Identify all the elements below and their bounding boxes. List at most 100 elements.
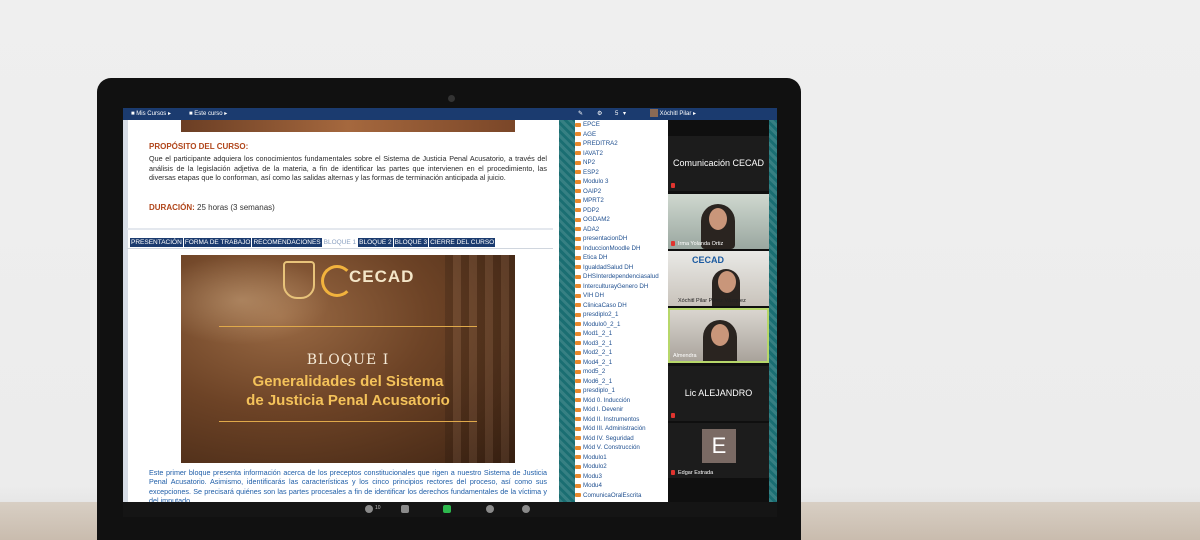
tab-bloque-3[interactable]: BLOQUE 3 — [393, 238, 429, 247]
tab-bloque-1[interactable]: BLOQUE 1 — [323, 238, 358, 247]
course-list-item[interactable]: Mód II. Instrumentos — [575, 415, 667, 425]
folder-icon — [575, 236, 581, 241]
tab-presentacion[interactable]: PRESENTACIÓN — [130, 238, 183, 247]
edit-icon[interactable]: ✎ — [578, 108, 583, 120]
reactions-icon[interactable] — [522, 505, 530, 513]
folder-icon — [575, 445, 581, 450]
course-list-item[interactable]: NP2 — [575, 158, 667, 168]
seal-icon — [283, 261, 315, 299]
course-list-item[interactable]: OAIP2 — [575, 187, 667, 197]
course-list-label: Mód IV. Seguridad — [583, 434, 634, 442]
decorative-column — [559, 120, 575, 502]
course-list-item[interactable]: Etica DH — [575, 253, 667, 263]
course-list-item[interactable]: Modulo1 — [575, 453, 667, 463]
course-list-label: NP2 — [583, 159, 596, 167]
tab-bloque-2[interactable]: BLOQUE 2 — [358, 238, 393, 247]
course-tabs: PRESENTACIÓN FORMA DE TRABAJO RECOMENDACIO… — [130, 238, 496, 247]
course-list-item[interactable]: Mód III. Administración — [575, 424, 667, 434]
mis-cursos-menu[interactable]: ■ Mis Cursos ▸ — [131, 108, 171, 120]
zoom-participants-panel: Comunicación CECAD Irma Yolanda Ortiz CE… — [668, 120, 769, 502]
bloque-title-line1: Generalidades del Sistema — [252, 373, 444, 390]
participant-video-tile-active[interactable]: Almendra — [668, 308, 769, 363]
tab-cierre[interactable]: CIERRE DEL CURSO — [429, 238, 496, 247]
folder-icon — [575, 198, 581, 203]
participant-video-tile[interactable]: Irma Yolanda Ortiz — [668, 194, 769, 249]
chat-icon[interactable] — [401, 505, 409, 513]
course-list-label: OAIP2 — [583, 187, 602, 195]
participant-tile[interactable]: Lic ALEJANDRO — [668, 366, 769, 421]
participant-name: Edgar Estrada — [678, 470, 714, 476]
folder-icon — [575, 426, 581, 431]
course-list-item[interactable]: Mod3_2_1 — [575, 339, 667, 349]
course-list-label: Modulo 3 — [583, 178, 609, 186]
proposito-text: Que el participante adquiera los conocim… — [149, 154, 547, 183]
tab-forma-de-trabajo[interactable]: FORMA DE TRABAJO — [183, 238, 252, 247]
course-list-item[interactable]: Mód V. Construcción — [575, 443, 667, 453]
participant-video-tile[interactable]: CECAD Xóchitl Pilar Pérez Vázquez — [668, 251, 769, 306]
course-list-item[interactable]: PDP2 — [575, 206, 667, 216]
este-curso-menu[interactable]: ■ Este curso ▸ — [189, 108, 227, 120]
course-list-item[interactable]: mod5_2 — [575, 367, 667, 377]
course-list-label: ESP2 — [583, 168, 599, 176]
course-list-item[interactable]: Mod2_2_1 — [575, 348, 667, 358]
participant-tile[interactable]: E Edgar Estrada — [668, 423, 769, 478]
duracion-value: 25 horas (3 semanas) — [194, 203, 275, 212]
user-menu[interactable]: Xóchitl Pilar ▸ — [650, 108, 696, 120]
course-list-item[interactable]: Modu3 — [575, 472, 667, 482]
course-list-item[interactable]: AGE — [575, 130, 667, 140]
course-list-item[interactable]: presdiplo_1 — [575, 386, 667, 396]
course-list-item[interactable]: IgualdadSalud DH — [575, 263, 667, 273]
course-list-item[interactable]: OGDAM2 — [575, 215, 667, 225]
course-list-item[interactable]: Modulo 3 — [575, 177, 667, 187]
course-list-item[interactable]: InduccionMoodle DH — [575, 244, 667, 254]
course-list-item[interactable]: Mód I. Devenir — [575, 405, 667, 415]
share-screen-icon[interactable] — [443, 505, 451, 513]
course-list-item[interactable]: Mod6_2_1 — [575, 377, 667, 387]
course-list-item[interactable]: DHSInterdependenciasalud — [575, 272, 667, 282]
course-list: EPCE AGE PREDITRA2 IAVAT2 NP2 ESP2 Modulo 3 OAI… — [575, 120, 667, 502]
course-list-item[interactable]: Mód 0. Inducción — [575, 396, 667, 406]
course-list-item[interactable]: ComunicaOralEscrita — [575, 491, 667, 501]
course-list-item[interactable]: Modulo2 — [575, 462, 667, 472]
bloque-image: CECAD BLOQUE I Generalidades del Sistema… — [181, 255, 515, 463]
settings-icon[interactable]: ⚙ — [597, 108, 602, 120]
bloque-label: BLOQUE I — [306, 352, 390, 368]
person-face — [709, 208, 727, 230]
course-list-item[interactable]: Modu4 — [575, 481, 667, 491]
section-divider — [127, 228, 553, 230]
folder-icon — [575, 417, 581, 422]
course-list-item[interactable]: EPCE — [575, 120, 667, 130]
proposito-heading: PROPÓSITO DEL CURSO: — [149, 142, 249, 151]
participants-icon[interactable] — [365, 505, 373, 513]
record-icon[interactable] — [486, 505, 494, 513]
course-list-label: presentacionDH — [583, 235, 628, 243]
course-list-item[interactable]: Mod1_2_1 — [575, 329, 667, 339]
course-list-item[interactable]: Mód IV. Seguridad — [575, 434, 667, 444]
course-list-item[interactable]: Modulo0_2_1 — [575, 320, 667, 330]
course-list-item[interactable]: Mod4_2_1 — [575, 358, 667, 368]
folder-icon — [575, 493, 581, 498]
course-list-item[interactable]: ESP2 — [575, 168, 667, 178]
course-list-item[interactable]: presdiplo2_1 — [575, 310, 667, 320]
tab-recomendaciones[interactable]: RECOMENDACIONES — [252, 238, 322, 247]
course-list-item[interactable]: PREDITRA2 — [575, 139, 667, 149]
course-list-item[interactable]: presentacionDH — [575, 234, 667, 244]
course-list-label: mod5_2 — [583, 368, 606, 376]
folder-icon — [575, 189, 581, 194]
course-list-label: Mod1_2_1 — [583, 330, 613, 338]
participant-tile[interactable]: Comunicación CECAD — [668, 136, 769, 191]
notification-count[interactable]: 5 — [615, 108, 618, 120]
course-list-item[interactable]: IAVAT2 — [575, 149, 667, 159]
course-list-label: AGE — [583, 130, 597, 138]
folder-icon — [575, 341, 581, 346]
cecad-logo-text: CECAD — [349, 267, 415, 286]
course-list-item[interactable]: ClinicaCaso DH — [575, 301, 667, 311]
course-list-item[interactable]: ADA2 — [575, 225, 667, 235]
tabs-underline — [127, 248, 553, 249]
folder-icon — [575, 208, 581, 213]
chevron-down-icon[interactable]: ▾ — [623, 108, 626, 120]
course-list-item[interactable]: VIH DH — [575, 291, 667, 301]
course-list-item[interactable]: InterculturayGenero DH — [575, 282, 667, 292]
course-list-item[interactable]: MPRT2 — [575, 196, 667, 206]
zoom-toolbar: 10 — [123, 502, 777, 517]
